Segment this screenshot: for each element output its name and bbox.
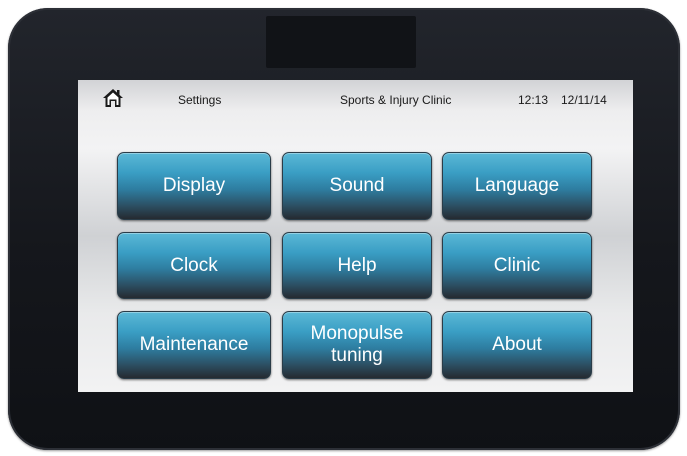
clock-button[interactable]: Clock (117, 232, 271, 299)
display-button[interactable]: Display (117, 152, 271, 220)
screen-title: Settings (178, 93, 222, 107)
language-button[interactable]: Language (442, 152, 592, 220)
sound-button[interactable]: Sound (282, 152, 432, 220)
about-button[interactable]: About (442, 311, 592, 379)
touch-screen: Settings Sports & Injury Clinic 12:13 12… (78, 80, 633, 392)
clinic-name: Sports & Injury Clinic (340, 93, 452, 107)
clock-date: 12/11/14 (561, 93, 607, 107)
monopulse-tuning-button[interactable]: Monopulse tuning (282, 311, 432, 379)
home-icon[interactable] (102, 88, 124, 108)
clock-time: 12:13 (518, 93, 549, 107)
maintenance-button[interactable]: Maintenance (117, 311, 271, 379)
camera-strip (266, 16, 416, 68)
help-button[interactable]: Help (282, 232, 432, 299)
device-bezel: Settings Sports & Injury Clinic 12:13 12… (8, 8, 680, 450)
clinic-button[interactable]: Clinic (442, 232, 592, 299)
status-bar: Settings Sports & Injury Clinic 12:13 12… (78, 80, 633, 116)
